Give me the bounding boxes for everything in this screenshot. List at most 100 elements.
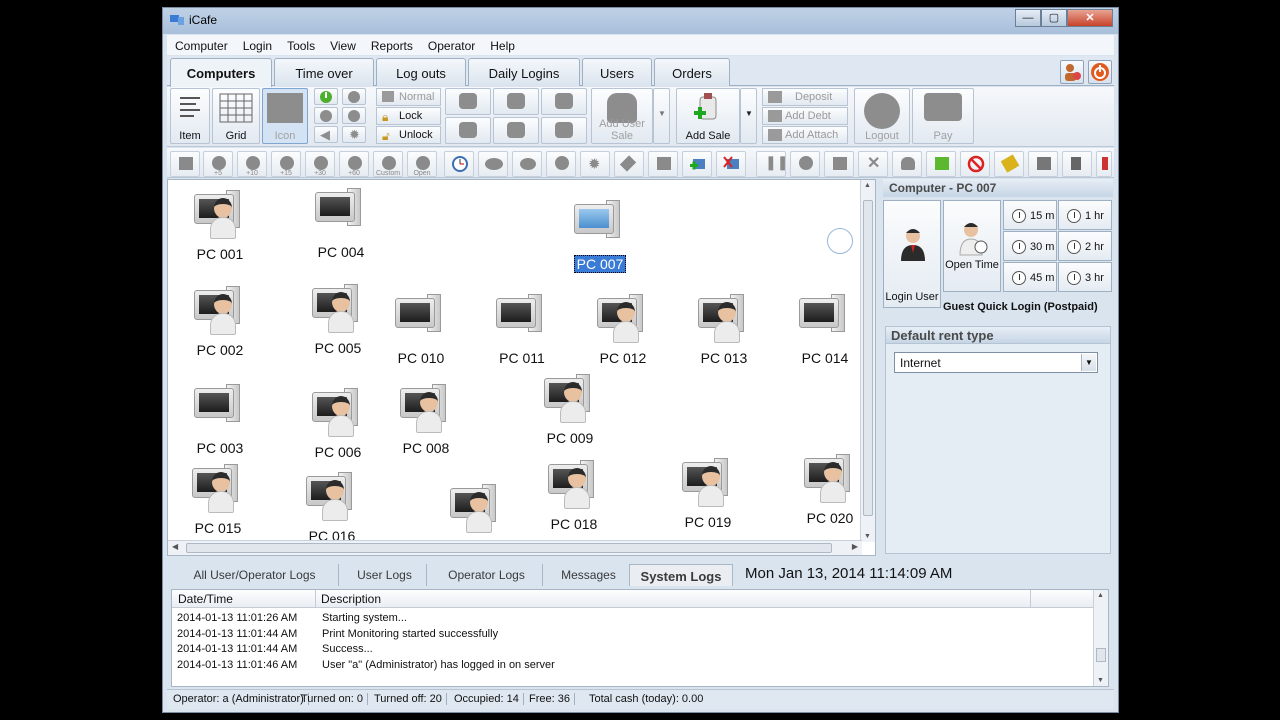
- scroll-left-icon[interactable]: ◀: [172, 542, 178, 551]
- chat2-button[interactable]: [512, 151, 542, 177]
- add-user-sale-button[interactable]: Add User Sale: [591, 88, 653, 144]
- back-button[interactable]: ◀: [314, 126, 338, 143]
- message-button[interactable]: [445, 88, 491, 115]
- logout-button[interactable]: Logout: [854, 88, 910, 144]
- computer-icon[interactable]: PC 006: [298, 388, 378, 460]
- add-5-button[interactable]: +5: [203, 151, 233, 177]
- vertical-scrollbar[interactable]: ▲ ▼: [860, 180, 875, 542]
- tab-operator-logs[interactable]: Operator Logs: [431, 564, 543, 586]
- menu-login[interactable]: Login: [235, 35, 279, 53]
- tab-system-logs[interactable]: System Logs: [629, 564, 733, 586]
- move-button[interactable]: [648, 151, 678, 177]
- computer-icon[interactable]: PC 012: [583, 294, 663, 366]
- menu-operator[interactable]: Operator: [420, 35, 482, 53]
- view-grid-button[interactable]: Grid: [212, 88, 260, 144]
- computer-icon[interactable]: PC 003: [180, 384, 260, 456]
- shutdown-button[interactable]: [314, 107, 338, 124]
- add-debt-button[interactable]: Add Debt: [762, 107, 848, 125]
- chevron-down-icon[interactable]: ▼: [1081, 354, 1096, 371]
- open-time-button[interactable]: Open: [407, 151, 437, 177]
- horizontal-scrollbar[interactable]: ◀ ▶: [168, 540, 862, 555]
- vertical-scroll-thumb[interactable]: [863, 200, 873, 516]
- unlock-button[interactable]: 🔓︎ Unlock: [376, 126, 441, 144]
- menu-help[interactable]: Help: [482, 35, 522, 53]
- time-45m-button[interactable]: 45 m: [1003, 262, 1057, 292]
- menu-reports[interactable]: Reports: [363, 35, 420, 53]
- scroll-right-icon[interactable]: ▶: [852, 542, 858, 551]
- computer-icon[interactable]: PC 009: [530, 374, 610, 446]
- add-15-button[interactable]: +15: [271, 151, 301, 177]
- stop-button[interactable]: [170, 151, 200, 177]
- msg-button[interactable]: [478, 151, 508, 177]
- tab-users[interactable]: Users: [582, 58, 652, 86]
- scroll-up-icon[interactable]: ▲: [864, 182, 871, 189]
- computer-icon[interactable]: PC 015: [178, 464, 258, 536]
- custom-time-button[interactable]: Custom: [373, 151, 403, 177]
- computer-icon[interactable]: PC 011: [482, 294, 562, 366]
- add-30-button[interactable]: +30: [305, 151, 335, 177]
- more-button[interactable]: [1096, 151, 1112, 177]
- tab-computers[interactable]: Computers: [170, 58, 272, 88]
- add-computer-button[interactable]: [682, 151, 712, 177]
- normal-button[interactable]: Normal: [376, 88, 441, 106]
- screenshot-button[interactable]: [541, 88, 587, 115]
- tab-messages[interactable]: Messages: [547, 564, 631, 586]
- computer-icon[interactable]: PC 004: [301, 188, 381, 260]
- login-user-button[interactable]: Login User: [883, 200, 941, 308]
- scroll-up-icon[interactable]: ▲: [1097, 592, 1104, 599]
- computer-icon[interactable]: PC 018: [534, 460, 614, 532]
- log-scroll-thumb[interactable]: [1096, 648, 1106, 662]
- scroll-down-icon[interactable]: ▼: [864, 533, 871, 540]
- time-2hr-button[interactable]: 2 hr: [1058, 231, 1112, 261]
- tab-time-over[interactable]: Time over: [274, 58, 374, 86]
- add-user-sale-dropdown[interactable]: ▼: [653, 88, 670, 144]
- tasks-button[interactable]: [541, 117, 587, 144]
- record-button[interactable]: [546, 151, 576, 177]
- maximize-button[interactable]: ▢: [1041, 9, 1067, 27]
- add-attach-button[interactable]: Add Attach: [762, 126, 848, 144]
- hand-button[interactable]: [1062, 151, 1092, 177]
- standby-button[interactable]: [342, 107, 366, 124]
- log-scrollbar[interactable]: ▲ ▼: [1093, 590, 1108, 686]
- folder-button[interactable]: [445, 117, 491, 144]
- computer-icon[interactable]: PC 016: [292, 472, 372, 544]
- remote-button[interactable]: [493, 117, 539, 144]
- cancel-button[interactable]: ✕: [858, 151, 888, 177]
- horizontal-scroll-thumb[interactable]: [186, 543, 832, 553]
- history-button[interactable]: [444, 151, 474, 177]
- restart-button[interactable]: [342, 88, 366, 105]
- computer-icon[interactable]: PC 020: [790, 454, 870, 526]
- menu-computer[interactable]: Computer: [167, 35, 235, 53]
- rent-type-select[interactable]: Internet ▼: [894, 352, 1098, 373]
- pay-button[interactable]: Pay: [912, 88, 974, 144]
- tab-user-logs[interactable]: User Logs: [343, 564, 427, 586]
- view-icon-button[interactable]: Icon: [262, 88, 308, 144]
- time-1hr-button[interactable]: 1 hr: [1058, 200, 1112, 230]
- remove-computer-button[interactable]: [716, 151, 746, 177]
- menu-view[interactable]: View: [322, 35, 363, 53]
- users-button[interactable]: [892, 151, 922, 177]
- open-time-panel-button[interactable]: Open Time: [943, 200, 1001, 292]
- computer-icon[interactable]: PC 001: [180, 190, 260, 262]
- resume-button[interactable]: [790, 151, 820, 177]
- chat-button[interactable]: [493, 88, 539, 115]
- tab-daily-logins[interactable]: Daily Logins: [468, 58, 580, 86]
- close-button[interactable]: ✕: [1067, 9, 1113, 27]
- computer-icon[interactable]: PC 005: [298, 284, 378, 356]
- time-30m-button[interactable]: 30 m: [1003, 231, 1057, 261]
- ticket-button[interactable]: [994, 151, 1024, 177]
- add-sale-button[interactable]: Add Sale: [676, 88, 740, 144]
- swap-button[interactable]: [824, 151, 854, 177]
- message-green-button[interactable]: [926, 151, 956, 177]
- computer-icon[interactable]: PC 007: [560, 200, 640, 273]
- column-description[interactable]: Description: [315, 590, 381, 608]
- menu-tools[interactable]: Tools: [279, 35, 322, 53]
- power-on-button[interactable]: [314, 88, 338, 105]
- computer-icon[interactable]: PC 010: [381, 294, 461, 366]
- tab-all-logs[interactable]: All User/Operator Logs: [171, 564, 339, 586]
- computer-map[interactable]: PC 001 PC 004 PC 007 PC 002 PC 005 PC 010 PC 0…: [167, 179, 876, 556]
- block-button[interactable]: [960, 151, 990, 177]
- camera-button[interactable]: [1028, 151, 1058, 177]
- computer-icon[interactable]: PC 013: [684, 294, 764, 366]
- time-15m-button[interactable]: 15 m: [1003, 200, 1057, 230]
